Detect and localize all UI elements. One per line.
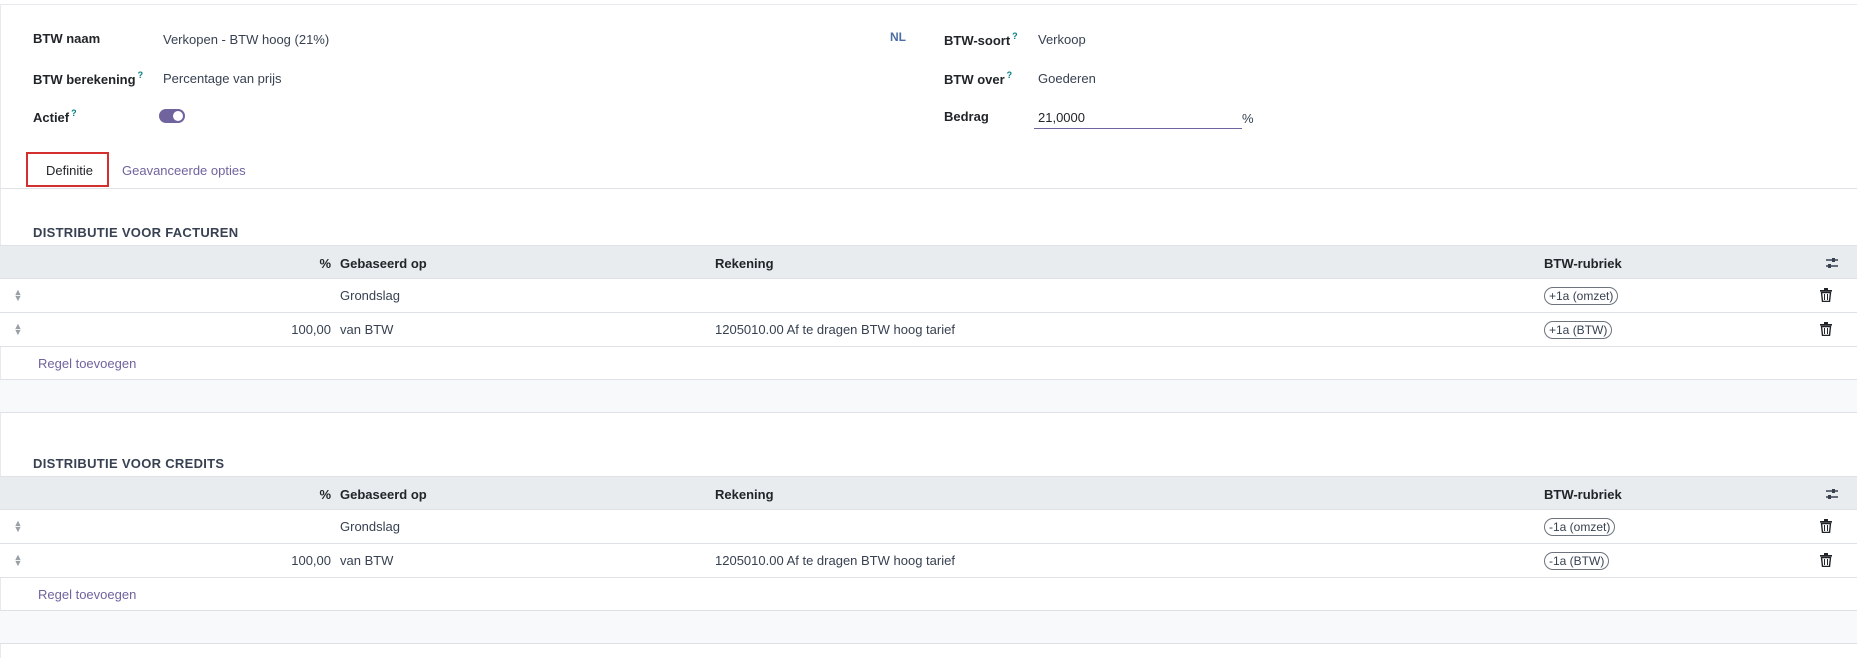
computation-label: BTW berekening? — [33, 70, 143, 87]
tax-type-value[interactable]: Verkoop — [1038, 32, 1086, 47]
add-line-row: Regel toevoegen — [0, 578, 1857, 611]
column-header-based-on[interactable]: Gebaseerd op — [340, 256, 427, 271]
trash-icon[interactable] — [1820, 322, 1832, 336]
credit-distribution-table: % Gebaseerd op Rekening BTW-rubriek ▲▼ G… — [0, 476, 1857, 644]
table-row[interactable]: ▲▼ Grondslag -1a (omzet) — [0, 510, 1857, 544]
amount-label: Bedrag — [944, 109, 989, 124]
row-percent[interactable]: 100,00 — [291, 553, 331, 568]
country-code-label: NL — [890, 30, 906, 44]
row-based-on[interactable]: van BTW — [340, 322, 393, 337]
invoice-distribution-table: % Gebaseerd op Rekening BTW-rubriek ▲▼ G… — [0, 245, 1857, 413]
drag-handle-icon[interactable]: ▲▼ — [13, 554, 23, 568]
table-row[interactable]: ▲▼ Grondslag +1a (omzet) — [0, 279, 1857, 313]
tax-scope-value[interactable]: Goederen — [1038, 71, 1096, 86]
drag-handle-icon[interactable]: ▲▼ — [13, 289, 23, 303]
trash-icon[interactable] — [1820, 553, 1832, 567]
help-icon[interactable]: ? — [138, 70, 144, 80]
add-line-link[interactable]: Regel toevoegen — [38, 587, 136, 602]
active-toggle[interactable] — [159, 109, 185, 123]
help-icon[interactable]: ? — [1012, 31, 1018, 41]
table-header: % Gebaseerd op Rekening BTW-rubriek — [0, 245, 1857, 279]
row-account[interactable]: 1205010.00 Af te dragen BTW hoog tarief — [715, 322, 955, 337]
column-header-percent[interactable]: % — [319, 487, 331, 502]
tax-tag-badge[interactable]: -1a (omzet) — [1544, 518, 1615, 536]
tax-name-label: BTW naam — [33, 31, 100, 46]
row-percent[interactable]: 100,00 — [291, 322, 331, 337]
add-line-link[interactable]: Regel toevoegen — [38, 356, 136, 371]
trash-icon[interactable] — [1820, 288, 1832, 302]
column-header-account[interactable]: Rekening — [715, 487, 774, 502]
help-icon[interactable]: ? — [1007, 70, 1013, 80]
top-border — [0, 4, 1857, 5]
add-line-row: Regel toevoegen — [0, 347, 1857, 380]
column-header-tax-grid[interactable]: BTW-rubriek — [1544, 487, 1622, 502]
table-row[interactable]: ▲▼ 100,00 van BTW 1205010.00 Af te drage… — [0, 313, 1857, 347]
column-header-account[interactable]: Rekening — [715, 256, 774, 271]
tax-tag-badge[interactable]: +1a (omzet) — [1544, 287, 1618, 305]
row-account[interactable]: 1205010.00 Af te dragen BTW hoog tarief — [715, 553, 955, 568]
notebook-tabs: Definitie Geavanceerde opties — [0, 152, 1857, 189]
tab-advanced-options[interactable]: Geavanceerde opties — [122, 163, 246, 178]
tax-scope-label: BTW over? — [944, 70, 1012, 87]
amount-suffix: % — [1242, 111, 1254, 126]
row-based-on[interactable]: van BTW — [340, 553, 393, 568]
optional-columns-icon[interactable] — [1825, 487, 1839, 501]
active-tab-highlight — [26, 152, 109, 187]
column-header-based-on[interactable]: Gebaseerd op — [340, 487, 427, 502]
optional-columns-icon[interactable] — [1825, 256, 1839, 270]
drag-handle-icon[interactable]: ▲▼ — [13, 520, 23, 534]
table-header: % Gebaseerd op Rekening BTW-rubriek — [0, 476, 1857, 510]
active-label: Actief? — [33, 108, 77, 125]
invoice-distribution-title: DISTRIBUTIE VOOR FACTUREN — [33, 225, 238, 240]
tax-tag-badge[interactable]: -1a (BTW) — [1544, 552, 1609, 570]
column-header-tax-grid[interactable]: BTW-rubriek — [1544, 256, 1622, 271]
empty-row — [0, 380, 1857, 413]
amount-input[interactable] — [1034, 107, 1242, 129]
row-based-on[interactable]: Grondslag — [340, 519, 400, 534]
table-row[interactable]: ▲▼ 100,00 van BTW 1205010.00 Af te drage… — [0, 544, 1857, 578]
trash-icon[interactable] — [1820, 519, 1832, 533]
tax-tag-badge[interactable]: +1a (BTW) — [1544, 321, 1612, 339]
credit-distribution-title: DISTRIBUTIE VOOR CREDITS — [33, 456, 224, 471]
column-header-percent[interactable]: % — [319, 256, 331, 271]
tax-name-value[interactable]: Verkopen - BTW hoog (21%) — [163, 32, 329, 47]
computation-value[interactable]: Percentage van prijs — [163, 71, 282, 86]
empty-row — [0, 611, 1857, 644]
help-icon[interactable]: ? — [71, 108, 77, 118]
drag-handle-icon[interactable]: ▲▼ — [13, 323, 23, 337]
tax-type-label: BTW-soort? — [944, 31, 1018, 48]
row-based-on[interactable]: Grondslag — [340, 288, 400, 303]
